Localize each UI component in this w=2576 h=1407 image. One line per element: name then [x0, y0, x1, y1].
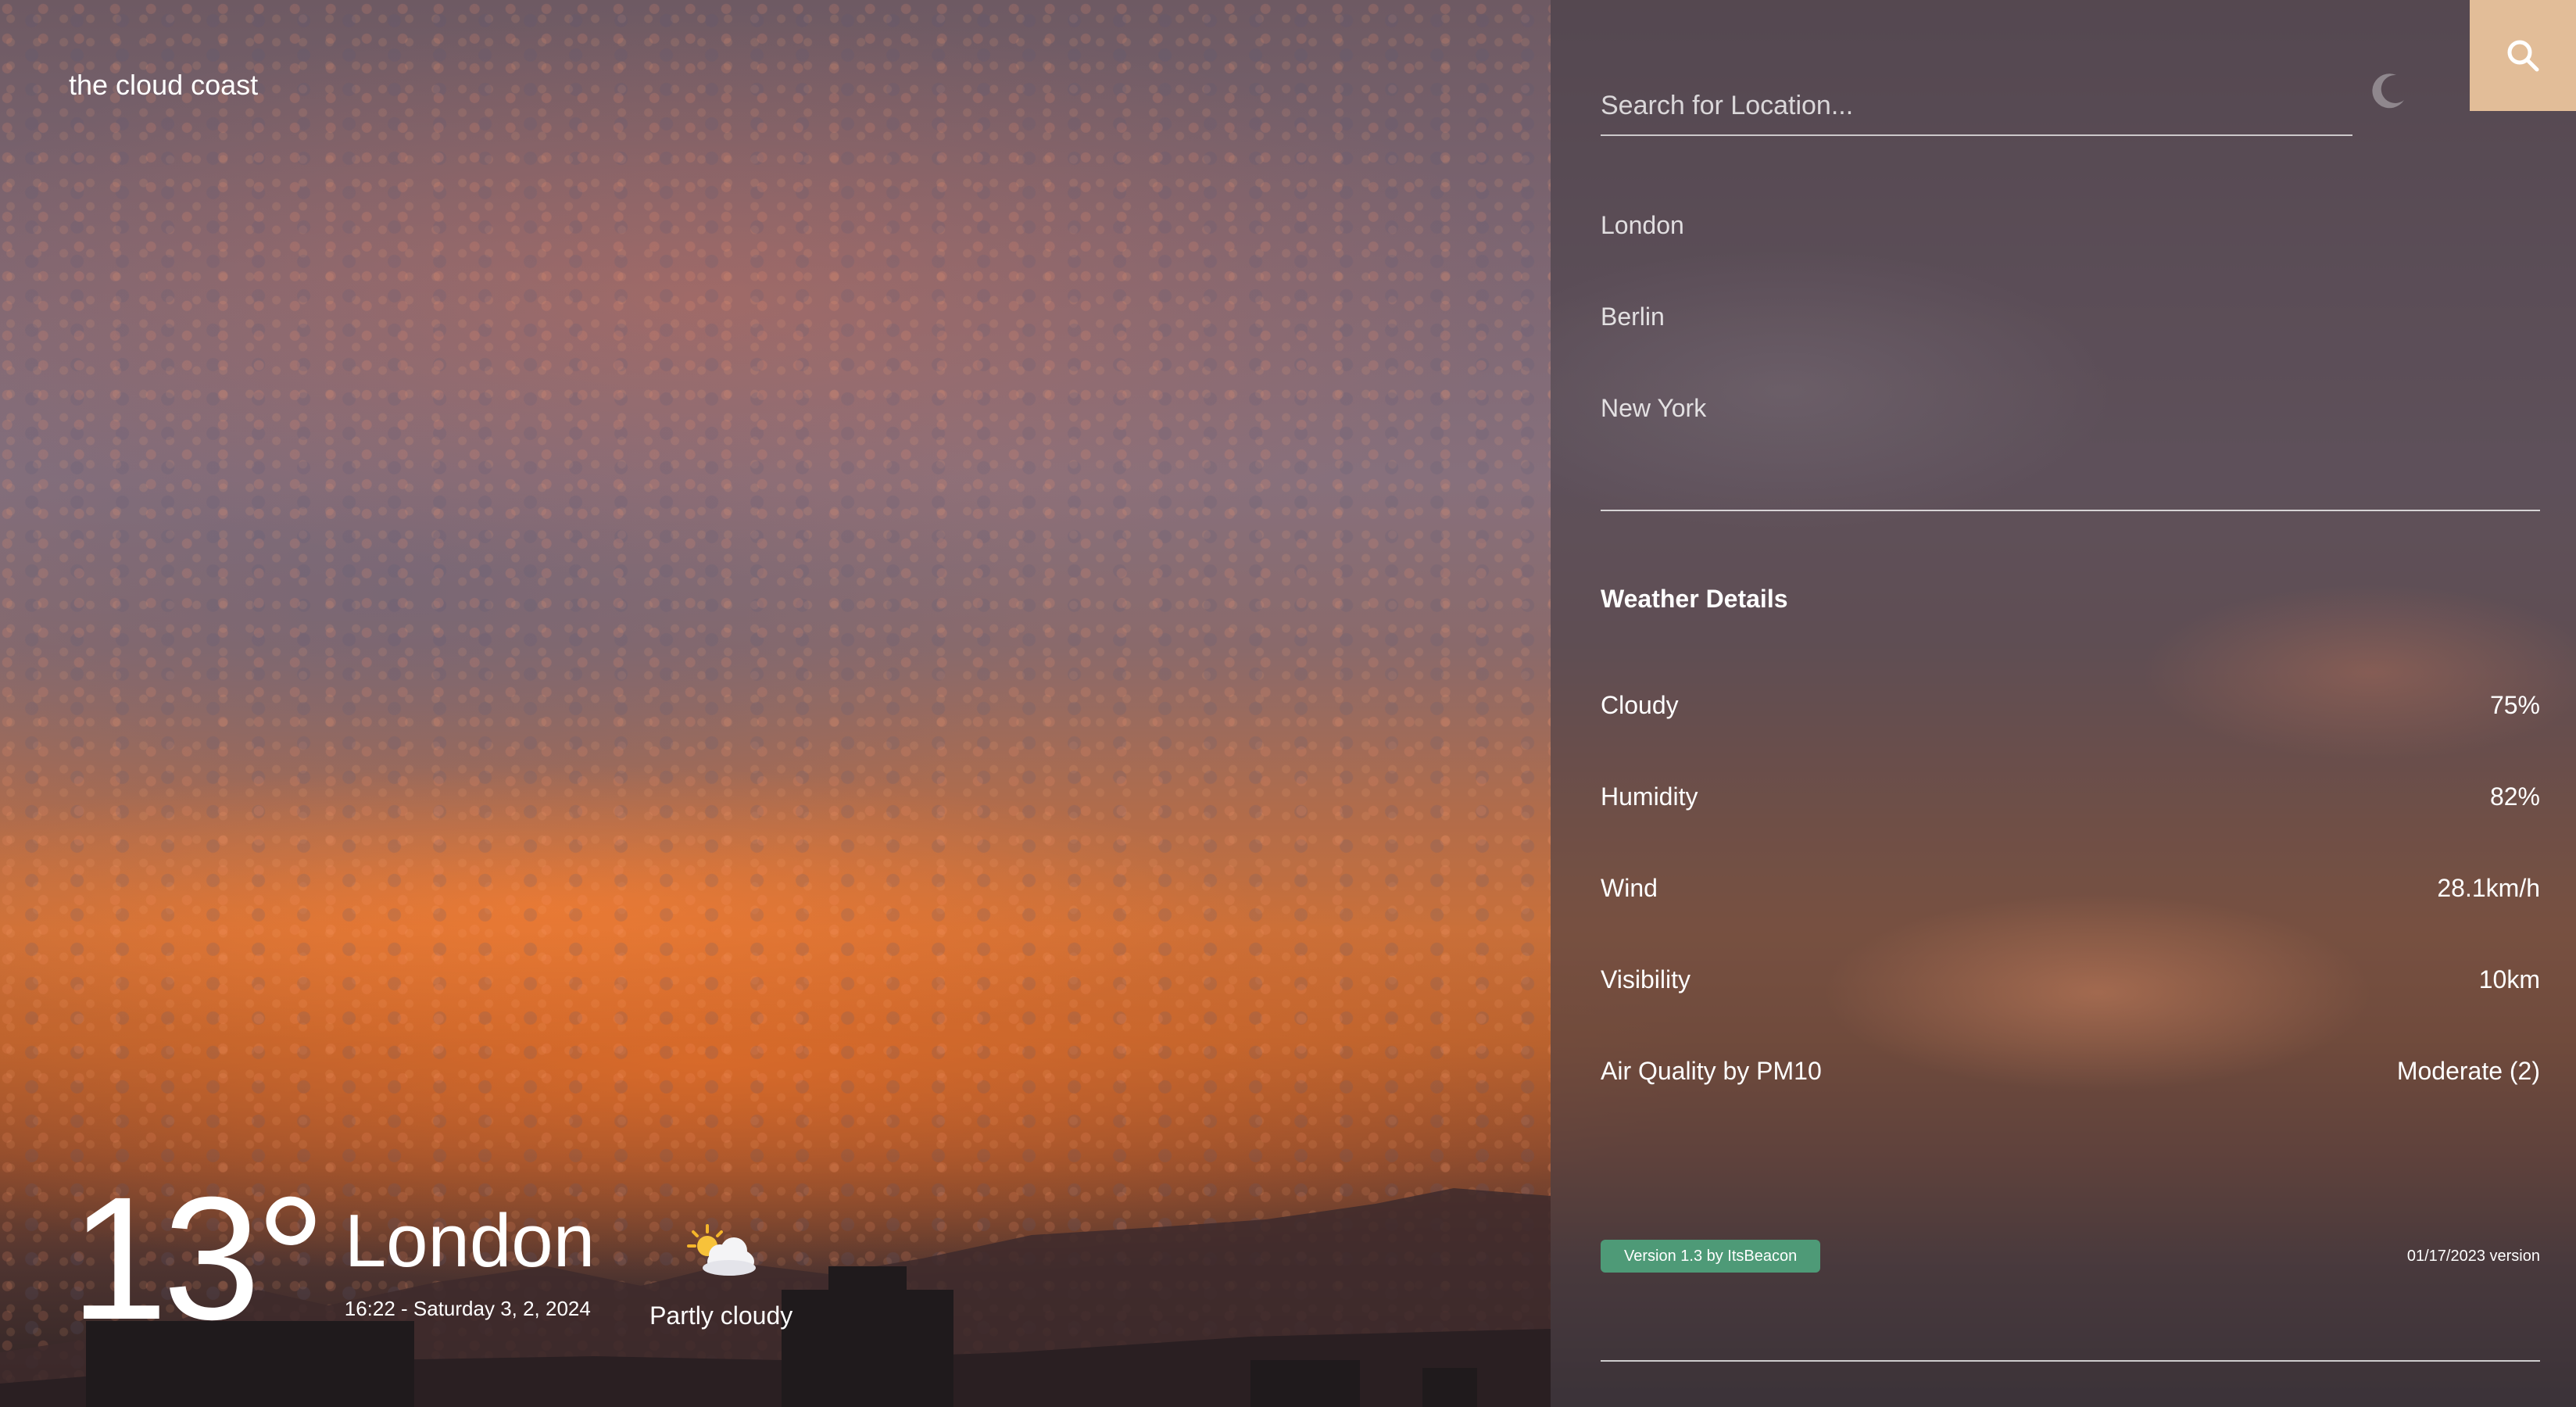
search-button[interactable] — [2470, 0, 2576, 111]
detail-row: Cloudy 75% — [1601, 688, 2540, 779]
date-time: 16:22 - Saturday 3, 2, 2024 — [344, 1297, 591, 1320]
location-item[interactable]: London — [1601, 208, 1706, 299]
city-block: London 16:22 - Saturday 3, 2, 2024 — [345, 1198, 595, 1337]
condition-block: Partly cloudy — [649, 1221, 792, 1337]
location-item[interactable]: Berlin — [1601, 299, 1706, 391]
location-item[interactable]: New York — [1601, 391, 1706, 482]
detail-label: Cloudy — [1601, 691, 1679, 719]
detail-value: Moderate (2) — [2396, 1057, 2540, 1085]
detail-value: 75% — [2489, 691, 2540, 719]
version-badge[interactable]: Version 1.3 by ItsBeacon — [1601, 1240, 1821, 1273]
detail-row: Air Quality by PM10 Moderate (2) — [1601, 1054, 2540, 1145]
side-panel: London Berlin New York Weather Details C… — [1551, 0, 2576, 1407]
divider — [1601, 1360, 2540, 1362]
search-input[interactable] — [1601, 78, 2352, 133]
search-icon — [2507, 40, 2539, 72]
condition-text: Partly cloudy — [649, 1301, 793, 1330]
detail-value: 28.1km/h — [2437, 874, 2540, 902]
partly-cloudy-icon — [686, 1224, 756, 1276]
temperature: 13° — [70, 1161, 326, 1356]
divider — [1601, 510, 2540, 511]
current-weather: 13° London 16:22 - Saturday 3, 2, 2024 P… — [70, 1149, 792, 1356]
detail-label: Humidity — [1601, 782, 1698, 811]
weather-app: the cloud coast 13° London 16:22 - Satur… — [0, 0, 2576, 1407]
detail-label: Wind — [1601, 874, 1658, 902]
city-name: London — [344, 1199, 596, 1283]
app-logo[interactable]: the cloud coast — [69, 69, 258, 102]
moon-icon[interactable] — [2367, 69, 2410, 113]
detail-label: Visibility — [1601, 965, 1690, 993]
detail-row: Visibility 10km — [1601, 962, 2540, 1054]
detail-value: 82% — [2489, 782, 2540, 811]
weather-details: Cloudy 75% Humidity 82% Wind 28.1km/h Vi… — [1601, 688, 2540, 1145]
detail-row: Humidity 82% — [1601, 779, 2540, 871]
search-field[interactable] — [1601, 78, 2352, 136]
detail-value: 10km — [2478, 965, 2540, 993]
version-date: 01/17/2023 version — [2406, 1248, 2540, 1265]
detail-row: Wind 28.1km/h — [1601, 871, 2540, 962]
detail-label: Air Quality by PM10 — [1601, 1057, 1822, 1085]
location-list: London Berlin New York — [1601, 208, 1706, 482]
weather-details-title: Weather Details — [1601, 585, 1788, 613]
